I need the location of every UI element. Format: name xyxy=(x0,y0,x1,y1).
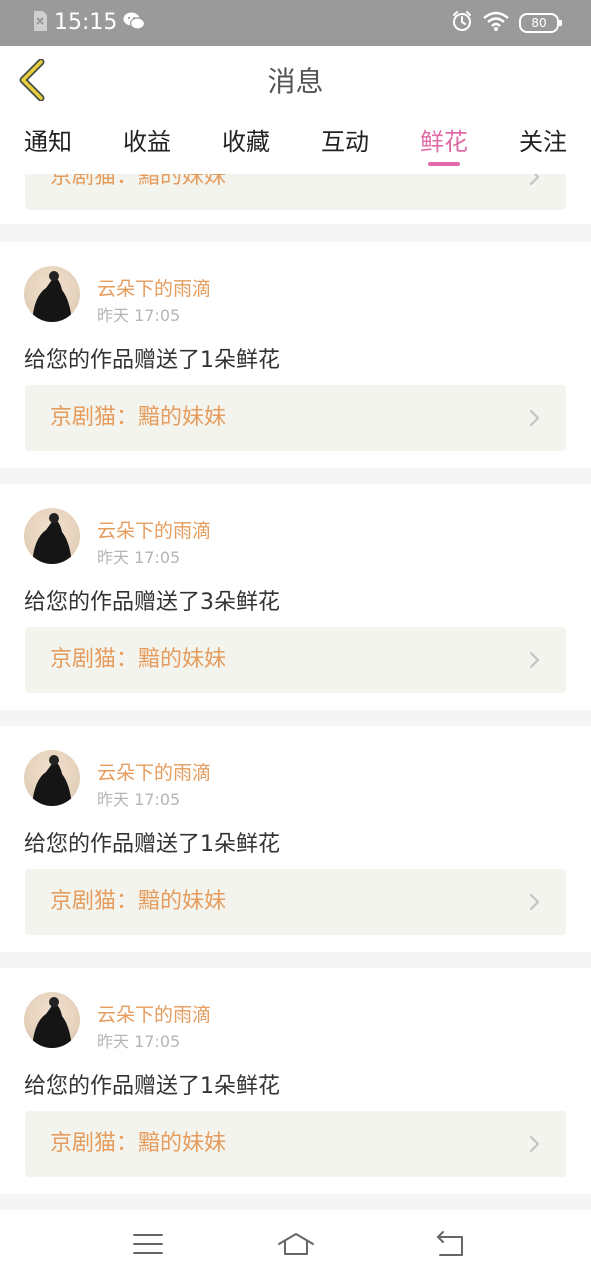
username[interactable]: 云朵下的雨滴 xyxy=(97,1000,211,1027)
list-item: 京剧猫：黯的妹妹 xyxy=(0,174,591,224)
list-item: 云朵下的雨滴 昨天 17:05 给您的作品赠送了1朵鲜花 京剧猫：黯的妹妹 xyxy=(0,242,591,468)
list-item: 云朵下的雨滴 昨天 17:05 给您的作品赠送了1朵鲜花 京剧猫：黯的妹妹 xyxy=(0,968,591,1194)
list-item: 云朵下的雨滴 昨天 17:05 给您的作品赠送了3朵鲜花 京剧猫：黯的妹妹 xyxy=(0,484,591,710)
menu-icon xyxy=(133,1234,163,1254)
username[interactable]: 云朵下的雨滴 xyxy=(97,758,211,785)
message-text: 给您的作品赠送了3朵鲜花 xyxy=(24,590,280,615)
back-icon xyxy=(437,1231,463,1256)
message-text: 给您的作品赠送了1朵鲜花 xyxy=(24,832,280,857)
work-title: 京剧猫：黯的妹妹 xyxy=(50,647,227,672)
tab-favorites[interactable]: 收藏 xyxy=(206,118,286,174)
work-link[interactable]: 京剧猫：黯的妹妹 xyxy=(25,174,566,210)
username[interactable]: 云朵下的雨滴 xyxy=(97,274,211,301)
status-bar: 15:15 80 xyxy=(0,0,591,46)
status-time: 15:15 xyxy=(54,10,118,35)
active-tab-indicator xyxy=(428,162,460,166)
tab-flowers[interactable]: 鲜花 xyxy=(404,118,484,174)
tab-label: 互动 xyxy=(321,128,369,156)
wechat-icon xyxy=(123,11,146,35)
header: 消息 xyxy=(0,46,591,119)
work-link[interactable]: 京剧猫：黯的妹妹 xyxy=(25,869,566,935)
page-title: 消息 xyxy=(267,65,324,98)
timestamp: 昨天 17:05 xyxy=(97,306,181,325)
battery-icon: 80 xyxy=(519,13,562,33)
home-button[interactable] xyxy=(276,1228,316,1260)
timestamp: 昨天 17:05 xyxy=(97,548,181,567)
menu-button[interactable] xyxy=(128,1228,168,1260)
back-nav-button[interactable] xyxy=(430,1228,470,1260)
timestamp: 昨天 17:05 xyxy=(97,790,181,809)
battery-level: 80 xyxy=(531,16,547,30)
alarm-icon xyxy=(451,10,473,36)
avatar[interactable] xyxy=(24,266,80,322)
tab-label: 鲜花 xyxy=(420,128,468,156)
work-link[interactable]: 京剧猫：黯的妹妹 xyxy=(25,627,566,693)
chevron-right-icon xyxy=(529,893,540,911)
sim-card-icon xyxy=(32,10,48,36)
tab-notifications[interactable]: 通知 xyxy=(8,118,88,174)
tab-label: 通知 xyxy=(24,128,72,156)
message-text: 给您的作品赠送了1朵鲜花 xyxy=(24,348,280,373)
message-list: 京剧猫：黯的妹妹 云朵下的雨滴 昨天 17:05 给您的作品赠送了1朵鲜花 京剧… xyxy=(0,174,591,1210)
tab-label: 收藏 xyxy=(222,128,270,156)
home-icon xyxy=(278,1233,314,1255)
timestamp: 昨天 17:05 xyxy=(97,1032,181,1051)
tab-follows[interactable]: 关注 xyxy=(503,118,583,174)
chevron-right-icon xyxy=(529,409,540,427)
username[interactable]: 云朵下的雨滴 xyxy=(97,516,211,543)
work-title: 京剧猫：黯的妹妹 xyxy=(50,1131,227,1156)
chevron-right-icon xyxy=(529,1135,540,1153)
work-link[interactable]: 京剧猫：黯的妹妹 xyxy=(25,385,566,451)
tab-label: 收益 xyxy=(123,128,171,156)
chevron-right-icon xyxy=(529,174,540,186)
message-text: 给您的作品赠送了1朵鲜花 xyxy=(24,1074,280,1099)
work-title: 京剧猫：黯的妹妹 xyxy=(50,405,227,430)
work-title: 京剧猫：黯的妹妹 xyxy=(50,174,227,189)
tab-interactions[interactable]: 互动 xyxy=(305,118,385,174)
avatar[interactable] xyxy=(24,992,80,1048)
avatar[interactable] xyxy=(24,750,80,806)
system-nav-bar xyxy=(0,1210,591,1280)
tab-earnings[interactable]: 收益 xyxy=(107,118,187,174)
wifi-icon xyxy=(483,11,509,35)
avatar[interactable] xyxy=(24,508,80,564)
list-item: 云朵下的雨滴 昨天 17:05 给您的作品赠送了1朵鲜花 京剧猫：黯的妹妹 xyxy=(0,726,591,952)
work-title: 京剧猫：黯的妹妹 xyxy=(50,889,227,914)
tab-bar: 通知 收益 收藏 互动 鲜花 关注 xyxy=(0,118,591,174)
chevron-right-icon xyxy=(529,651,540,669)
tab-label: 关注 xyxy=(519,128,567,156)
work-link[interactable]: 京剧猫：黯的妹妹 xyxy=(25,1111,566,1177)
